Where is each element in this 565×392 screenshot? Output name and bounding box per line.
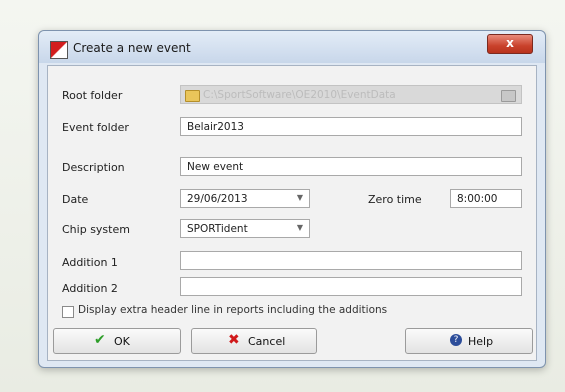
help-button[interactable]: ? Help: [405, 328, 533, 354]
root-folder-label: Root folder: [62, 89, 123, 102]
zero-time-label: Zero time: [368, 193, 422, 206]
dropdown-arrow-icon: ▼: [296, 193, 303, 202]
event-folder-input[interactable]: Belair2013: [180, 117, 522, 136]
cross-icon: ✖: [228, 332, 240, 348]
close-button[interactable]: x: [487, 34, 533, 54]
create-event-dialog: Create a new event x Root folder C:\Spor…: [38, 30, 546, 368]
cancel-label: Cancel: [248, 335, 286, 348]
description-input[interactable]: New event: [180, 157, 522, 176]
root-folder-field: C:\SportSoftware\OE2010\EventData: [180, 85, 522, 104]
addition1-label: Addition 1: [62, 256, 118, 269]
cancel-button[interactable]: ✖ Cancel: [191, 328, 317, 354]
addition1-input[interactable]: [180, 251, 522, 270]
root-folder-value: C:\SportSoftware\OE2010\EventData: [203, 89, 396, 101]
ok-label: OK: [114, 335, 130, 348]
checkmark-icon: ✔: [94, 332, 106, 348]
dialog-content: Root folder C:\SportSoftware\OE2010\Even…: [47, 65, 537, 361]
ok-button[interactable]: ✔ OK: [53, 328, 181, 354]
zero-time-input[interactable]: 8:00:00: [450, 189, 522, 208]
help-icon: ?: [450, 334, 462, 346]
event-folder-label: Event folder: [62, 121, 129, 134]
folder-icon: [185, 90, 200, 102]
addition2-input[interactable]: [180, 277, 522, 296]
title-bar[interactable]: Create a new event x: [39, 31, 545, 63]
dropdown-arrow-icon: ▼: [296, 223, 303, 232]
chip-system-select[interactable]: SPORTident ▼: [180, 219, 310, 238]
date-label: Date: [62, 193, 89, 206]
app-logo-icon: [50, 41, 68, 59]
chip-system-value: SPORTident: [187, 223, 248, 235]
extra-header-label: Display extra header line in reports inc…: [78, 304, 388, 316]
dialog-title: Create a new event: [73, 41, 191, 55]
date-value: 29/06/2013: [187, 193, 248, 205]
extra-header-checkbox[interactable]: [62, 306, 74, 318]
addition2-label: Addition 2: [62, 282, 118, 295]
help-label: Help: [468, 335, 494, 348]
browse-folder-icon[interactable]: [501, 90, 516, 102]
description-label: Description: [62, 161, 125, 174]
chip-system-label: Chip system: [62, 223, 130, 236]
date-picker[interactable]: 29/06/2013 ▼: [180, 189, 310, 208]
